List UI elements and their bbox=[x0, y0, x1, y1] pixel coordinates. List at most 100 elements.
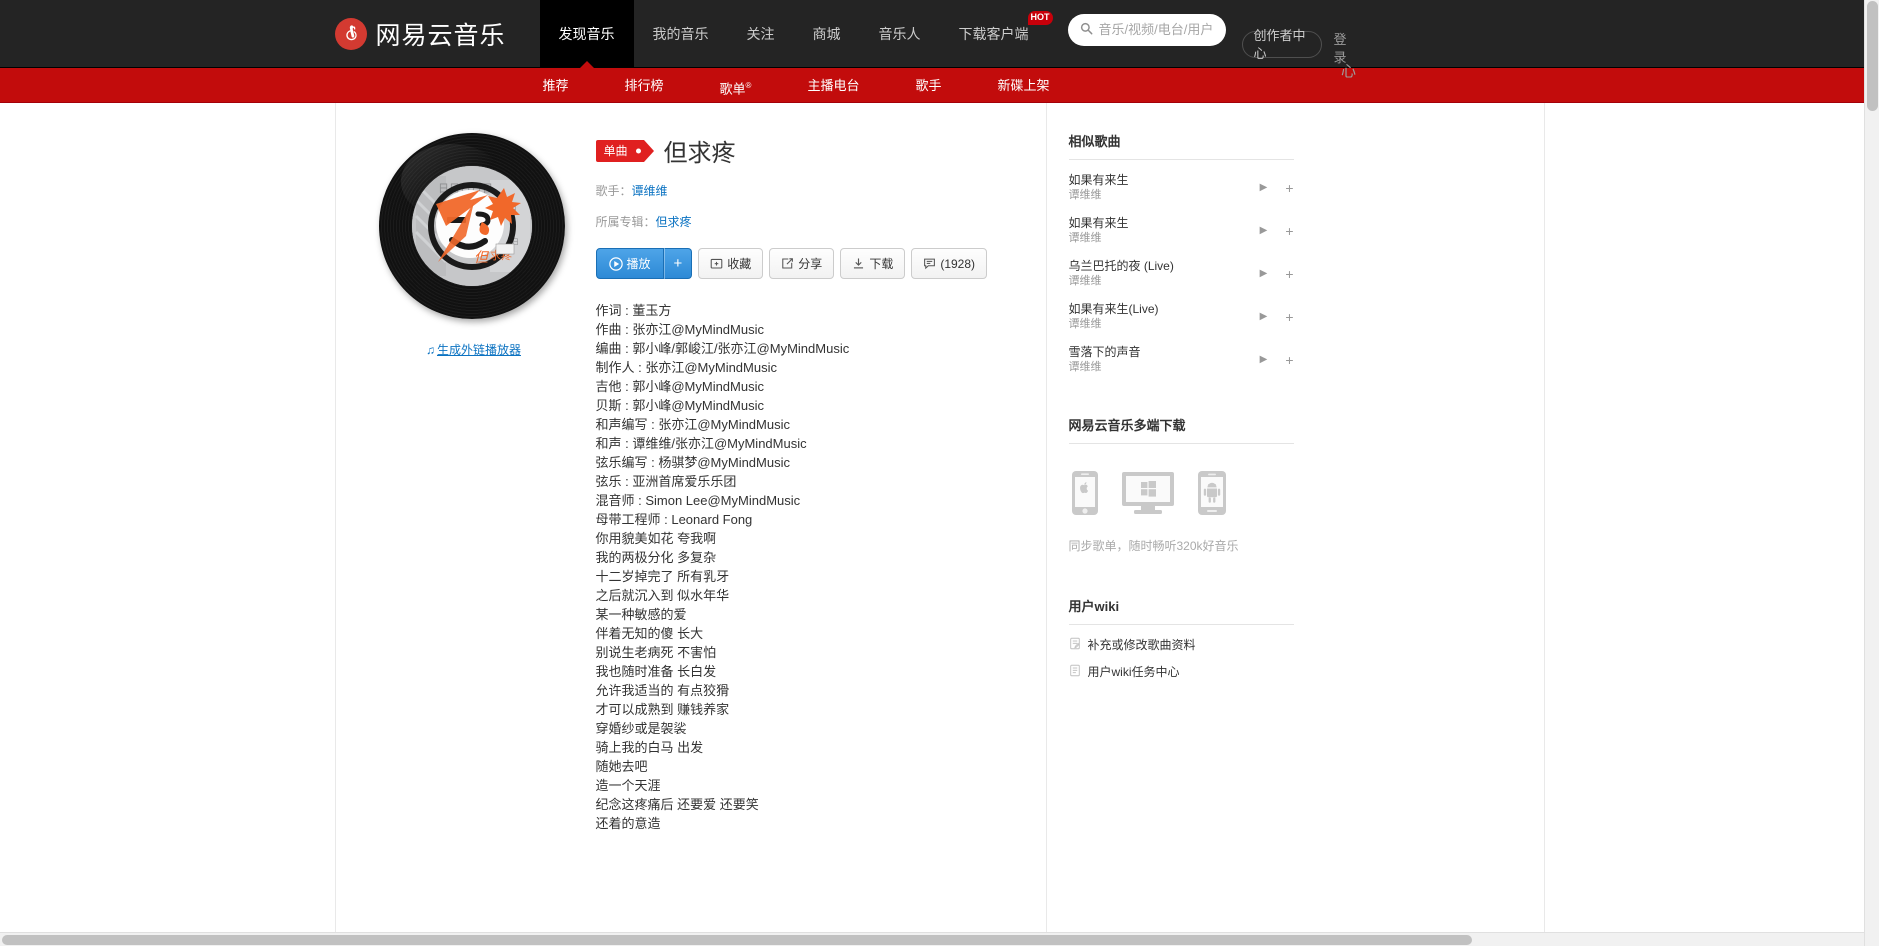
artist-link[interactable]: 谭维维 bbox=[632, 184, 668, 198]
add-icon[interactable]: + bbox=[1285, 180, 1293, 196]
lyric-line: 之后就沉入到 似水年华 bbox=[595, 588, 730, 603]
nav-item-musician[interactable]: 音乐人 bbox=[860, 0, 940, 68]
creator-center-button[interactable]: 创作者中心 bbox=[1241, 28, 1322, 61]
subnav-label: 歌手 bbox=[915, 78, 942, 93]
login-link[interactable]: 登录 bbox=[1334, 31, 1348, 67]
add-icon[interactable]: + bbox=[1285, 309, 1293, 325]
lyric-line: 弦乐编写 : 杨骐梦@MyMindMusic bbox=[595, 455, 791, 470]
list-item[interactable]: 乌兰巴托的夜 (Live) 谭维维 ▶ + bbox=[1069, 252, 1294, 295]
subnav-sup: ® bbox=[745, 81, 752, 90]
page-content: 日日日日日 日 日 但 bbox=[334, 103, 1545, 946]
folder-add-icon bbox=[710, 257, 723, 270]
lyric-line: 随她去吧 bbox=[595, 759, 648, 774]
play-triangle-icon[interactable]: ▶ bbox=[1260, 354, 1268, 365]
collect-button[interactable]: 收藏 bbox=[698, 248, 764, 279]
subnav-item-radio[interactable]: 主播电台 bbox=[779, 68, 887, 103]
download-platform-icons bbox=[1069, 450, 1294, 537]
nav-item-following[interactable]: 关注 bbox=[728, 0, 794, 68]
album-cover-art[interactable]: 日日日日日 日 日 但 bbox=[411, 166, 532, 286]
wiki-item-edit-song-info[interactable]: 补充或修改歌曲资料 bbox=[1069, 631, 1294, 658]
play-triangle-icon[interactable]: ▶ bbox=[1260, 268, 1268, 279]
apple-iphone-icon[interactable] bbox=[1071, 470, 1099, 519]
list-item[interactable]: 雪落下的声音 谭维维 ▶ + bbox=[1069, 338, 1294, 381]
list-item[interactable]: 如果有来生 谭维维 ▶ + bbox=[1069, 166, 1294, 209]
nav-item-download-client[interactable]: 下载客户端 HOT bbox=[940, 0, 1053, 68]
comments-button[interactable]: (1928) bbox=[911, 248, 988, 279]
add-to-playlist-button[interactable]: + bbox=[663, 248, 693, 279]
nav-item-my-music[interactable]: 我的音乐 bbox=[634, 0, 728, 68]
search-input[interactable]: 音乐/视频/电台/用户 bbox=[1067, 14, 1226, 46]
add-icon[interactable]: + bbox=[1285, 266, 1293, 282]
user-wiki-title: 用户wiki bbox=[1068, 596, 1294, 625]
add-icon[interactable]: + bbox=[1285, 352, 1293, 368]
netease-music-logo-icon bbox=[334, 17, 367, 50]
share-button-label: 分享 bbox=[798, 257, 823, 271]
browser-viewport: 网易云音乐 发现音乐 我的音乐 关注 商城 音乐人 下载客户端 HOT 音乐/视… bbox=[0, 0, 1879, 946]
wiki-item-task-center[interactable]: 用户wiki任务中心 bbox=[1069, 658, 1294, 685]
list-item[interactable]: 如果有来生(Live) 谭维维 ▶ + bbox=[1069, 295, 1294, 338]
similar-song-name: 如果有来生 bbox=[1068, 173, 1129, 187]
plus-icon: + bbox=[673, 255, 683, 272]
horizontal-scrollbar-thumb[interactable] bbox=[2, 935, 1472, 945]
nav-item-label: 发现音乐 bbox=[558, 26, 615, 42]
lyric-line: 贝斯 : 郭小峰@MyMindMusic bbox=[595, 398, 765, 413]
add-icon[interactable]: + bbox=[1285, 223, 1293, 239]
share-button[interactable]: 分享 bbox=[769, 248, 835, 279]
lyric-line: 和声 : 谭维维/张亦江@MyMindMusic bbox=[595, 436, 807, 451]
search-icon bbox=[1080, 22, 1093, 38]
generate-outlink-player-link[interactable]: 生成外链播放器 bbox=[437, 343, 521, 357]
creator-center-label: 创作者中心 bbox=[1253, 27, 1306, 61]
horizontal-scrollbar[interactable] bbox=[0, 932, 1864, 946]
lyric-line: 某一种敏感的爱 bbox=[595, 607, 687, 622]
site-logo[interactable]: 网易云音乐 bbox=[334, 0, 540, 67]
lyric-line: 编曲 : 郭小峰/郭峻江/张亦江@MyMindMusic bbox=[595, 341, 850, 356]
vinyl-record: 日日日日日 日 日 但 bbox=[378, 133, 565, 319]
vertical-scrollbar[interactable] bbox=[1864, 0, 1879, 946]
single-badge: 单曲 bbox=[595, 139, 654, 162]
lyric-line: 制作人 : 张亦江@MyMindMusic bbox=[595, 360, 778, 375]
vertical-scrollbar-thumb[interactable] bbox=[1867, 1, 1878, 111]
nav-item-store[interactable]: 商城 bbox=[794, 0, 860, 68]
download-button[interactable]: 下载 bbox=[840, 248, 906, 279]
wiki-item-label: 用户wiki任务中心 bbox=[1087, 665, 1180, 679]
lyric-line: 骑上我的白马 出发 bbox=[595, 740, 704, 755]
subnav-item-artists[interactable]: 歌手 bbox=[887, 68, 969, 103]
subnav-item-ranking[interactable]: 排行榜 bbox=[597, 68, 692, 103]
similar-song-name: 乌兰巴托的夜 (Live) bbox=[1068, 259, 1174, 273]
single-badge-label: 单曲 bbox=[603, 143, 628, 158]
lyric-line: 才可以成熟到 赚钱养家 bbox=[595, 702, 730, 717]
nav-item-discover[interactable]: 发现音乐 bbox=[539, 0, 634, 68]
album-line: 所属专辑：但求疼 bbox=[596, 213, 1046, 230]
similar-songs-title: 相似歌曲 bbox=[1068, 131, 1294, 160]
subnav-item-new-albums[interactable]: 新碟上架 bbox=[969, 68, 1077, 103]
comments-count-label: (1928) bbox=[940, 256, 976, 271]
list-item[interactable]: 如果有来生 谭维维 ▶ + bbox=[1069, 209, 1294, 252]
nav-item-label: 关注 bbox=[746, 26, 775, 42]
lyrics-container: 作词 : 董玉方 作曲 : 张亦江@MyMindMusic 编曲 : 郭小峰/郭… bbox=[596, 301, 1046, 833]
lyric-line: 纪念这疼痛后 还要爱 还要笑 bbox=[595, 797, 759, 812]
play-triangle-icon[interactable]: ▶ bbox=[1260, 182, 1268, 193]
page-title: 但求疼 bbox=[663, 140, 736, 167]
lyric-line: 我也随时准备 长白发 bbox=[595, 664, 717, 679]
list-doc-icon bbox=[1069, 664, 1081, 680]
play-button[interactable]: 播放 bbox=[595, 248, 664, 279]
play-icon bbox=[608, 256, 623, 271]
lyric-line: 母带工程师 : Leonard Fong bbox=[595, 512, 753, 527]
similar-song-name: 雪落下的声音 bbox=[1068, 345, 1141, 359]
windows-desktop-icon[interactable] bbox=[1121, 470, 1175, 519]
lyric-line: 十二岁掉完了 所有乳牙 bbox=[595, 569, 730, 584]
song-info-column: 单曲 但求疼 歌手：谭维维 所属专辑：但求疼 播放 + 收藏 分享 下载 (19… bbox=[574, 133, 1046, 946]
lyric-line: 伴着无知的傻 长大 bbox=[595, 626, 704, 641]
android-phone-icon[interactable] bbox=[1197, 470, 1227, 519]
album-link[interactable]: 但求疼 bbox=[656, 215, 692, 229]
nav-item-label: 我的音乐 bbox=[652, 26, 709, 42]
play-button-label: 播放 bbox=[626, 257, 651, 271]
subnav-item-recommend[interactable]: 推荐 bbox=[515, 68, 597, 103]
song-main-panel: 日日日日日 日 日 但 bbox=[336, 103, 1046, 946]
lyric-line: 造一个天涯 bbox=[595, 778, 661, 793]
play-triangle-icon[interactable]: ▶ bbox=[1260, 311, 1268, 322]
hot-badge: HOT bbox=[1027, 11, 1053, 25]
site-logo-text: 网易云音乐 bbox=[375, 20, 506, 50]
subnav-item-playlist[interactable]: 歌单® bbox=[692, 68, 780, 103]
play-triangle-icon[interactable]: ▶ bbox=[1260, 225, 1268, 236]
